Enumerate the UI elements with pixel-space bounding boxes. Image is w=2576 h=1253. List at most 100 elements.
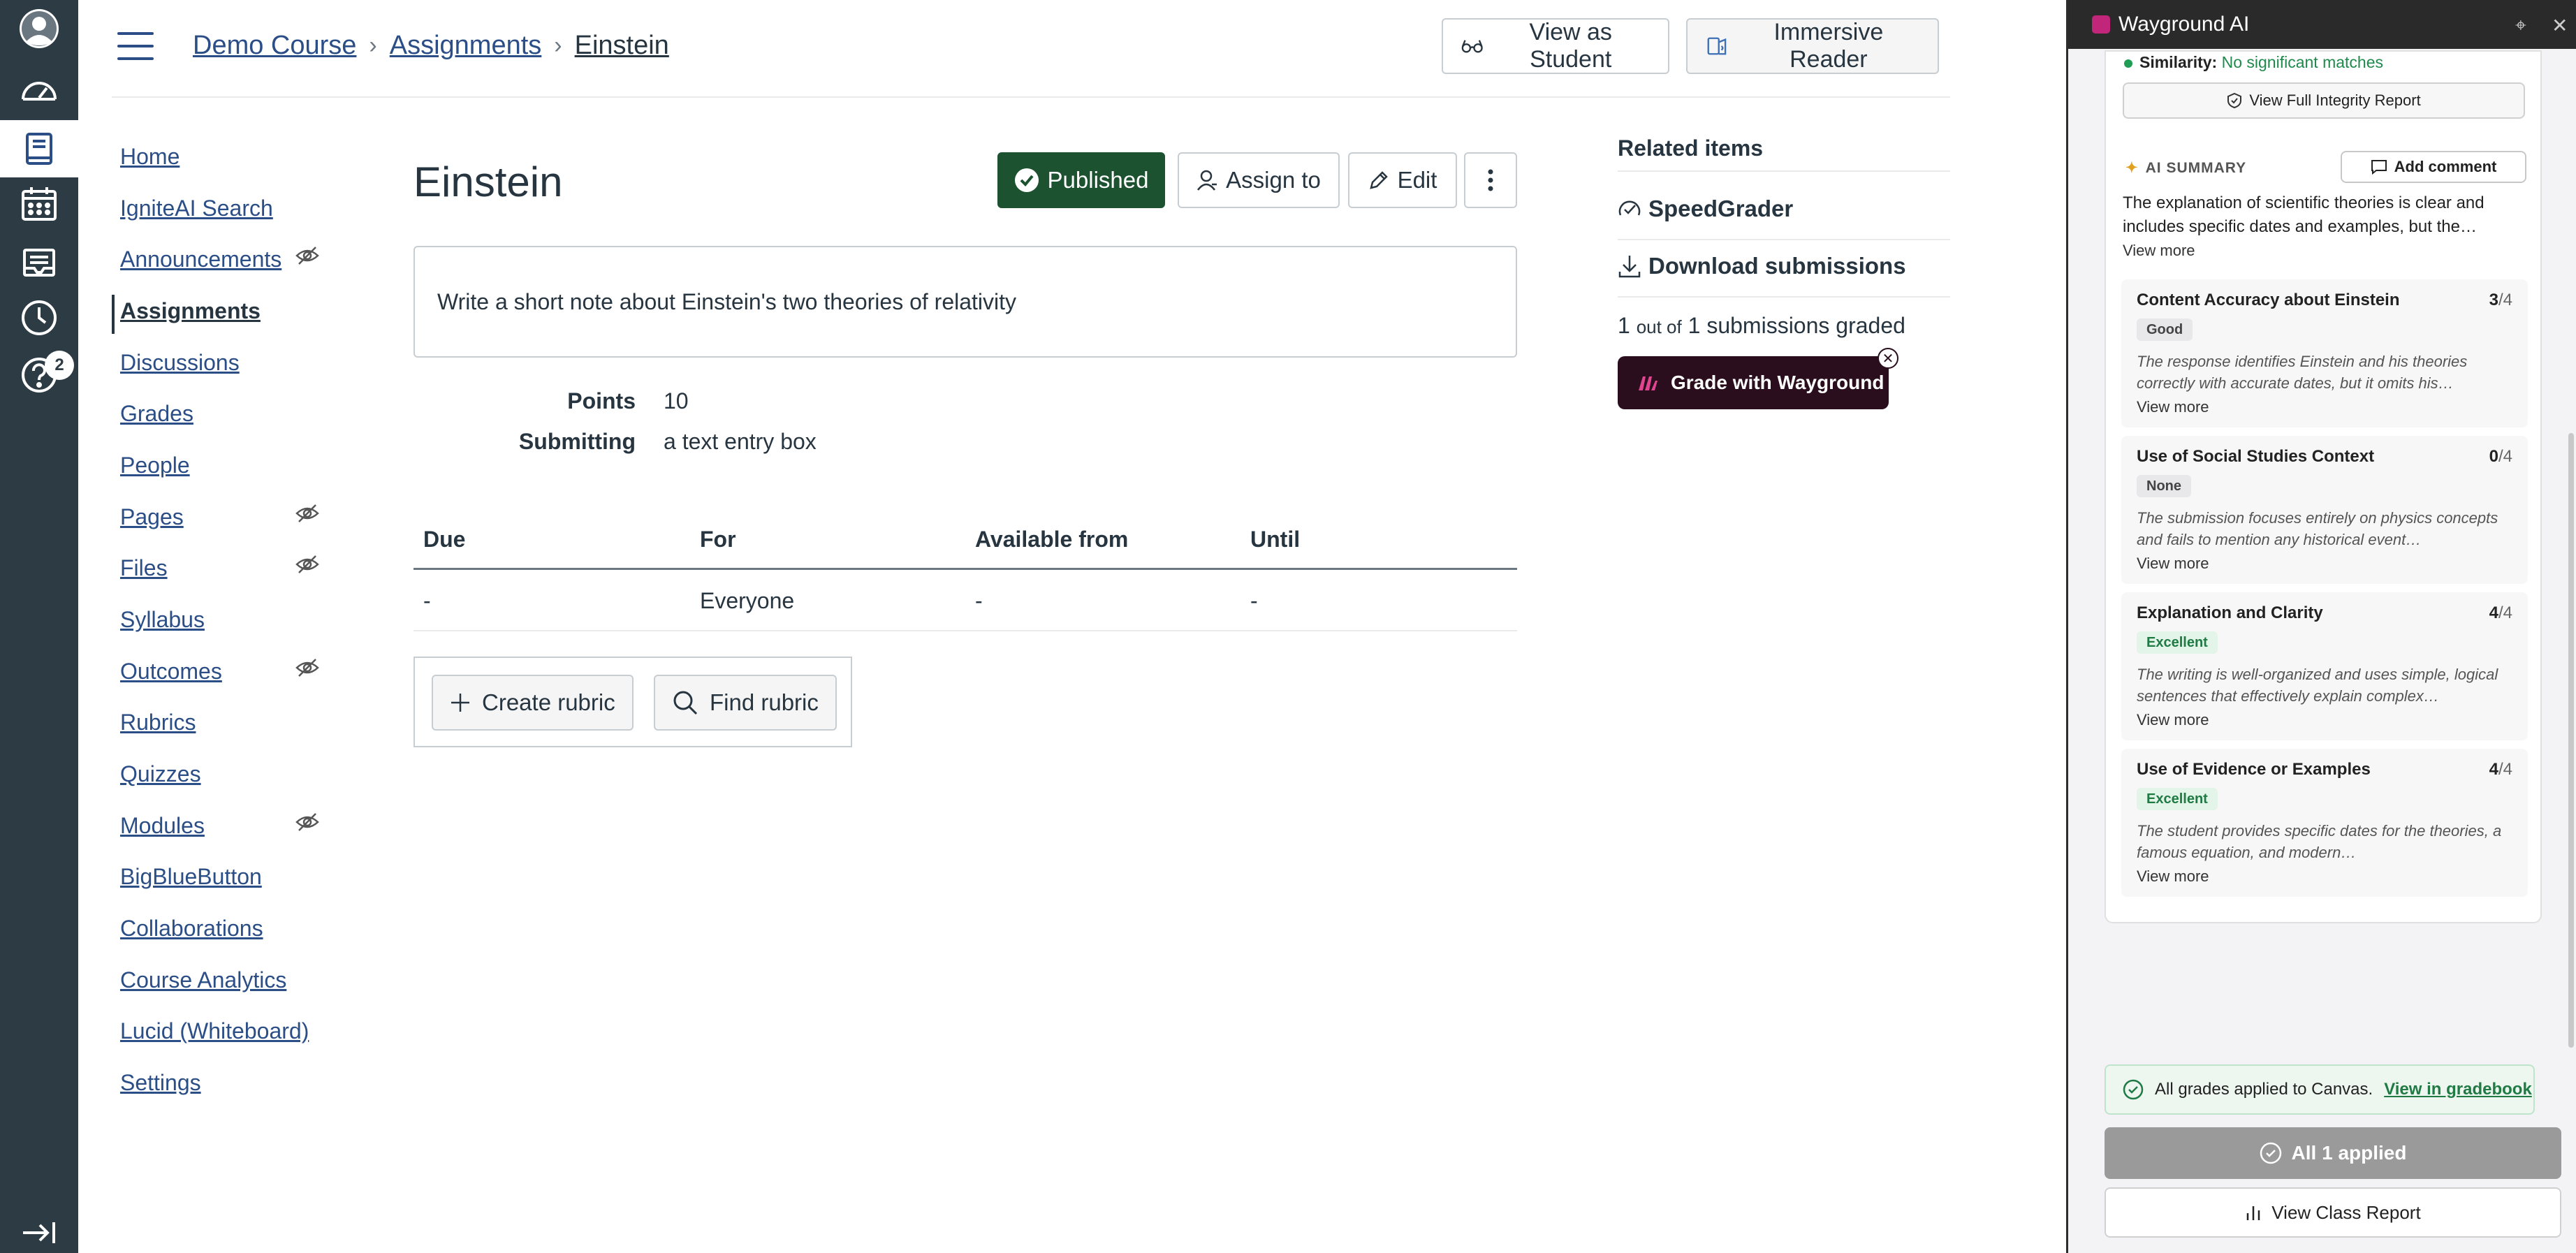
course-nav-lucid[interactable]: Lucid (Whiteboard): [120, 1018, 309, 1053]
view-class-report-button[interactable]: View Class Report: [2105, 1187, 2561, 1238]
chevron-right-icon: ›: [369, 32, 377, 59]
course-nav-pages[interactable]: Pages: [120, 504, 184, 539]
view-in-gradebook-link[interactable]: View in gradebook: [2384, 1080, 2532, 1099]
plus-icon: [451, 694, 469, 712]
create-rubric-button[interactable]: Create rubric: [432, 675, 634, 731]
grades-applied-notice: All grades applied to Canvas. View in gr…: [2105, 1064, 2535, 1115]
divider: [1618, 239, 1950, 240]
published-button[interactable]: Published: [997, 152, 1165, 208]
gnav-calendar[interactable]: [0, 177, 78, 232]
view-as-student-button[interactable]: View as Student: [1442, 18, 1669, 74]
download-submissions-link[interactable]: Download submissions: [1618, 253, 1906, 279]
immersive-reader-button[interactable]: Immersive Reader: [1686, 18, 1939, 74]
user-icon: [1197, 170, 1217, 191]
published-label: Published: [1047, 167, 1149, 193]
eye-off-icon: [295, 555, 319, 573]
wayground-panel: Wayground AI ⌖ ✕ Similarity: No signific…: [2066, 0, 2576, 1253]
similarity-value: No significant matches: [2221, 53, 2383, 71]
shield-icon: [2227, 92, 2242, 109]
header-divider: [112, 96, 1950, 98]
assignment-description: Write a short note about Einstein's two …: [414, 246, 1517, 358]
check-circle-icon: [1014, 168, 1039, 192]
criterion-title: Content Accuracy about Einstein: [2137, 291, 2400, 309]
ai-summary-view-more[interactable]: View more: [2123, 242, 2195, 260]
add-comment-button[interactable]: Add comment: [2341, 151, 2526, 183]
description-text: Write a short note about Einstein's two …: [437, 288, 1017, 314]
glasses-icon: [1461, 40, 1483, 53]
criterion-view-more[interactable]: View more: [2137, 398, 2209, 416]
all-applied-button[interactable]: All 1 applied: [2105, 1127, 2561, 1179]
rubric-criterion: Content Accuracy about Einstein 3/4 Good…: [2121, 279, 2528, 427]
close-icon[interactable]: ✕: [1878, 348, 1898, 369]
submitting-label: Submitting: [518, 429, 636, 454]
course-nav-files[interactable]: Files: [120, 555, 168, 590]
kebab-icon: [1488, 169, 1493, 191]
speedgrader-link[interactable]: SpeedGrader: [1618, 196, 1793, 222]
course-nav-syllabus[interactable]: Syllabus: [120, 607, 205, 642]
assign-to-button[interactable]: Assign to: [1178, 152, 1340, 208]
breadcrumb-assignments[interactable]: Assignments: [390, 31, 542, 61]
unpin-icon[interactable]: ⌖: [2515, 14, 2526, 37]
criterion-view-more[interactable]: View more: [2137, 711, 2209, 729]
gnav-account[interactable]: [0, 1, 78, 56]
gnav-dashboard[interactable]: [0, 64, 78, 119]
rubric-section: Create rubric Find rubric: [414, 657, 852, 747]
all-applied-label: All 1 applied: [2291, 1142, 2407, 1164]
course-nav-ignite-search[interactable]: IgniteAI Search: [120, 196, 273, 230]
more-options-button[interactable]: [1464, 152, 1517, 208]
hamburger-line: [117, 45, 154, 47]
course-nav-rubrics[interactable]: Rubrics: [120, 710, 196, 745]
view-integrity-report-button[interactable]: View Full Integrity Report: [2123, 82, 2525, 119]
eye-off-icon: [295, 659, 319, 677]
class-report-label: View Class Report: [2271, 1201, 2421, 1223]
dates-cell-for: Everyone: [700, 587, 795, 613]
grading-card: Similarity: No significant matches View …: [2105, 50, 2542, 923]
course-nav-people[interactable]: People: [120, 453, 190, 488]
course-nav-home[interactable]: Home: [120, 144, 180, 179]
course-nav-assignments[interactable]: Assignments: [120, 298, 261, 333]
breadcrumb-course[interactable]: Demo Course: [193, 31, 356, 61]
rating-badge: Good: [2137, 318, 2193, 341]
chevron-right-icon: ›: [554, 32, 562, 59]
find-rubric-button[interactable]: Find rubric: [654, 675, 837, 731]
dates-cell-available: -: [975, 587, 983, 613]
gnav-courses[interactable]: [0, 120, 78, 177]
collapse-icon: [23, 1222, 55, 1243]
course-nav-collaborations[interactable]: Collaborations: [120, 916, 263, 951]
immersive-reader-icon: [1707, 37, 1727, 55]
criterion-title: Use of Evidence or Examples: [2137, 760, 2371, 779]
edit-button[interactable]: Edit: [1348, 152, 1457, 208]
criterion-view-more[interactable]: View more: [2137, 867, 2209, 886]
criterion-view-more[interactable]: View more: [2137, 555, 2209, 573]
search-icon: [673, 691, 698, 715]
active-indicator: [112, 295, 115, 334]
gnav-inbox[interactable]: [0, 235, 78, 289]
course-nav-grades[interactable]: Grades: [120, 401, 193, 436]
panel-scrollbar[interactable]: [2568, 433, 2574, 1048]
breadcrumb-current[interactable]: Einstein: [575, 31, 669, 61]
gnav-collapse[interactable]: [0, 1206, 78, 1253]
course-nav-modules[interactable]: Modules: [120, 813, 205, 848]
close-icon[interactable]: ✕: [2552, 14, 2568, 37]
course-nav-bigbluebutton[interactable]: BigBlueButton: [120, 864, 262, 899]
criterion-score-max: /4: [2498, 291, 2512, 309]
inbox-icon: [23, 249, 55, 277]
criterion-score-value: 3: [2489, 291, 2498, 309]
course-nav-announcements[interactable]: Announcements: [120, 247, 281, 281]
course-nav-settings[interactable]: Settings: [120, 1070, 201, 1105]
global-nav: 2: [0, 0, 78, 1253]
course-menu-toggle[interactable]: [117, 32, 154, 60]
gnav-history[interactable]: [0, 291, 78, 345]
similarity-line: Similarity: No significant matches: [2124, 53, 2383, 72]
course-nav-quizzes[interactable]: Quizzes: [120, 761, 201, 796]
status-dot: [2124, 59, 2132, 68]
course-nav-discussions[interactable]: Discussions: [120, 350, 240, 385]
grade-with-wayground-button[interactable]: Grade with Wayground: [1618, 356, 1889, 409]
course-nav-outcomes[interactable]: Outcomes: [120, 659, 222, 694]
criterion-score-value: 4: [2489, 603, 2498, 622]
check-circle-icon: [2260, 1142, 2281, 1164]
similarity-label: Similarity:: [2139, 53, 2218, 71]
course-nav-course-analytics[interactable]: Course Analytics: [120, 967, 286, 1002]
dates-table: Due For Available from Until - Everyone …: [414, 508, 1517, 631]
rating-badge: Excellent: [2137, 631, 2218, 654]
